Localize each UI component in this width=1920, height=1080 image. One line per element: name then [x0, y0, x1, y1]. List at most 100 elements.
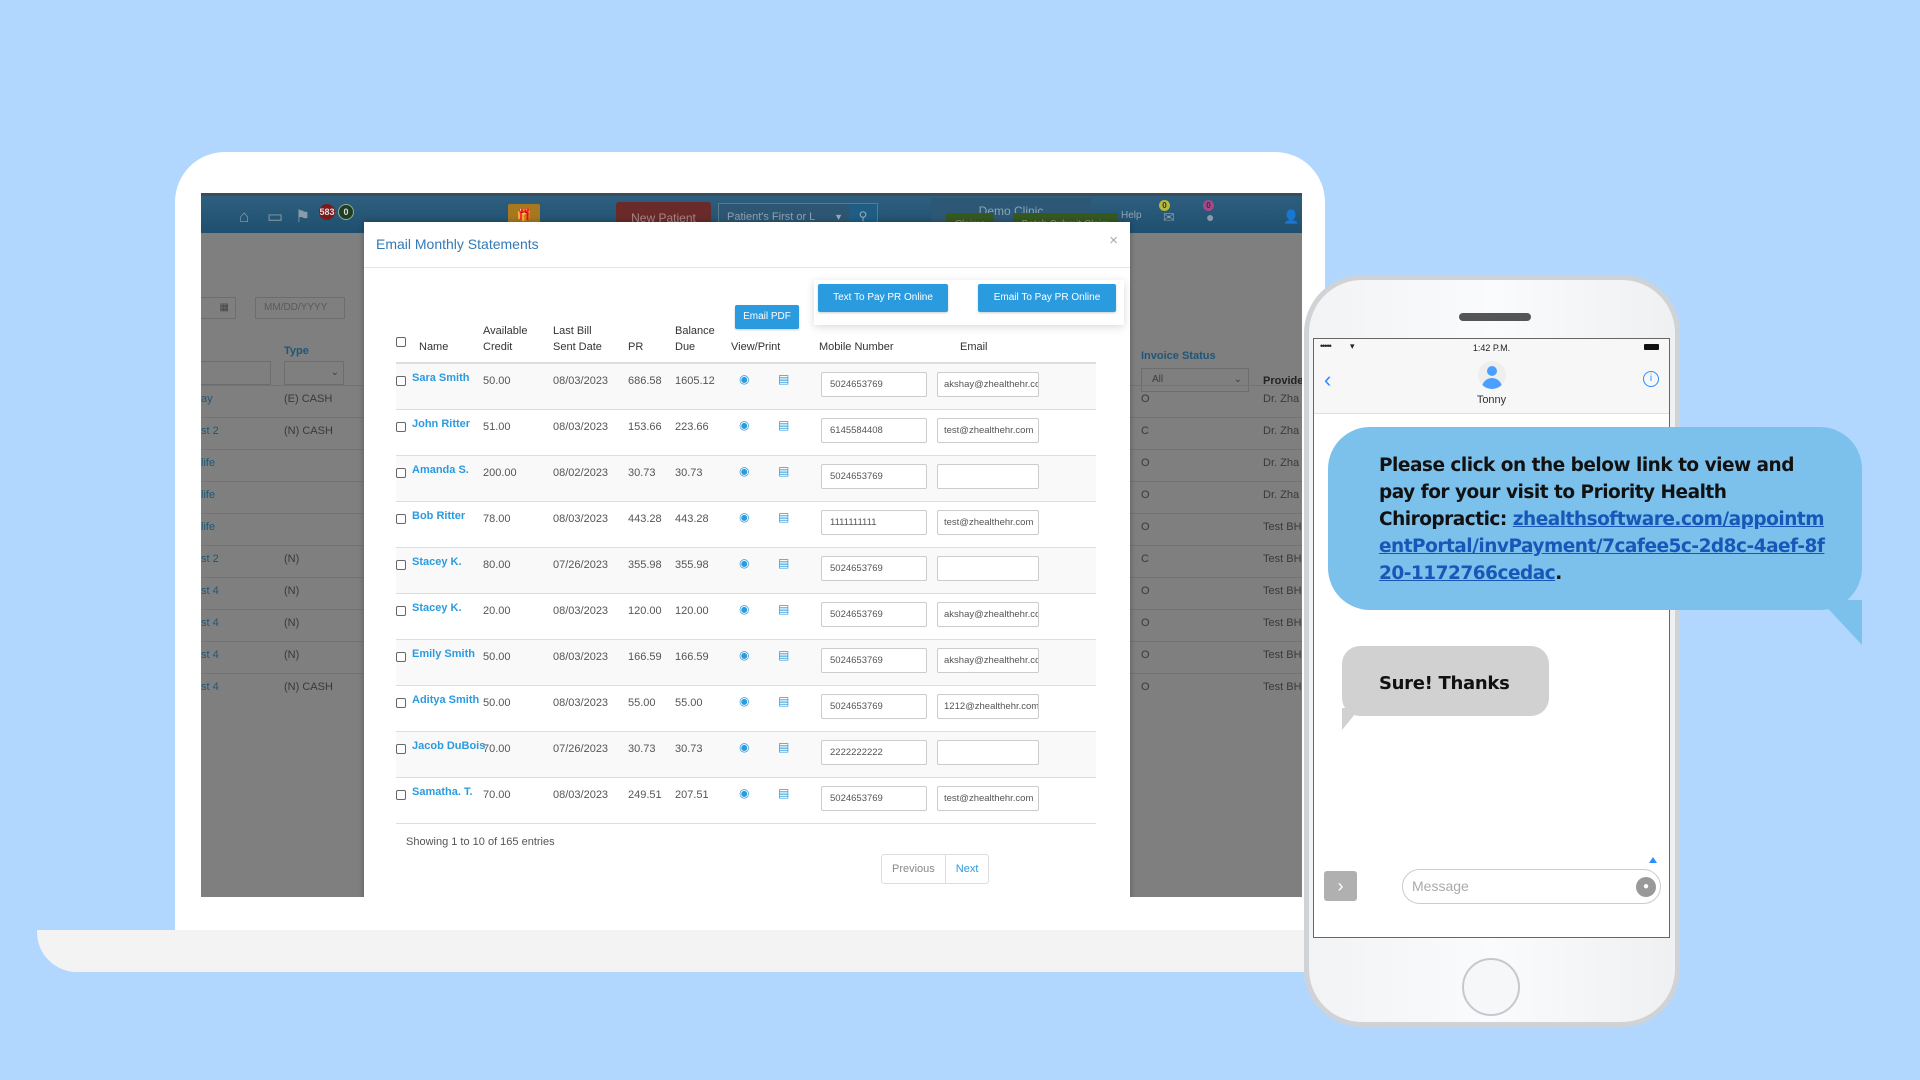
view-eye-icon[interactable]: ◉ [739, 648, 749, 662]
email-input[interactable]: test@zhealthehr.com [937, 510, 1039, 535]
row-checkbox[interactable] [396, 468, 406, 478]
cell-pr: 120.00 [628, 605, 662, 617]
email-input[interactable]: test@zhealthehr.com [937, 418, 1039, 443]
date-from-input[interactable]: ▦ [201, 297, 236, 319]
home-icon[interactable]: ⌂ [239, 207, 249, 227]
mobile-number-input[interactable]: 5024653769 [821, 372, 927, 397]
message-input[interactable]: Message ● [1402, 869, 1661, 904]
background-cell-col1[interactable]: st 4 [201, 585, 219, 597]
previous-page-button[interactable]: Previous [882, 855, 946, 883]
alerts-badge[interactable]: 583 [319, 204, 335, 220]
row-checkbox[interactable] [396, 606, 406, 616]
row-checkbox[interactable] [396, 652, 406, 662]
mobile-number-input[interactable]: 5024653769 [821, 694, 927, 719]
patient-name-link[interactable]: Sara Smith [412, 372, 469, 384]
email-input[interactable]: akshay@zhealthehr.com [937, 602, 1039, 627]
patient-name-link[interactable]: Amanda S. [412, 464, 469, 476]
view-eye-icon[interactable]: ◉ [739, 786, 749, 800]
background-cell-col1[interactable]: life [201, 489, 215, 501]
background-cell-col1[interactable]: ay [201, 393, 213, 405]
email-input[interactable] [937, 464, 1039, 489]
contact-name[interactable]: Tonny [1314, 394, 1669, 406]
view-eye-icon[interactable]: ◉ [739, 556, 749, 570]
patient-name-link[interactable]: John Ritter [412, 418, 470, 430]
mobile-number-input[interactable]: 5024653769 [821, 602, 927, 627]
calendar-icon[interactable]: ▦ [220, 298, 229, 318]
background-cell-col1[interactable]: life [201, 457, 215, 469]
mobile-number-input[interactable]: 6145584408 [821, 418, 927, 443]
mobile-number-input[interactable]: 5024653769 [821, 786, 927, 811]
view-eye-icon[interactable]: ◉ [739, 372, 749, 386]
row-checkbox[interactable] [396, 698, 406, 708]
print-icon[interactable]: ▤ [778, 602, 789, 616]
print-icon[interactable]: ▤ [778, 740, 789, 754]
next-page-button[interactable]: Next [946, 855, 989, 883]
email-input[interactable]: akshay@zhealthehr.com [937, 648, 1039, 673]
basket-icon[interactable]: ▭ [267, 207, 283, 227]
table-row: Emily Smith 50.00 08/03/2023 166.59 166.59 ◉ ▤… [396, 640, 1096, 686]
info-icon[interactable]: i [1643, 371, 1659, 387]
view-eye-icon[interactable]: ◉ [739, 694, 749, 708]
print-icon[interactable]: ▤ [778, 372, 789, 386]
date-to-input[interactable]: MM/DD/YYYY [255, 297, 345, 319]
close-icon[interactable]: × [1109, 232, 1118, 249]
apps-toggle-button[interactable]: › [1324, 871, 1357, 901]
select-all-checkbox[interactable] [396, 337, 406, 347]
background-cell-col1[interactable]: st 2 [201, 425, 219, 437]
patient-name-link[interactable]: Stacey K. [412, 602, 462, 614]
print-icon[interactable]: ▤ [778, 464, 789, 478]
mobile-number-input[interactable]: 5024653769 [821, 556, 927, 581]
print-icon[interactable]: ▤ [778, 556, 789, 570]
mobile-number-input[interactable]: 5024653769 [821, 464, 927, 489]
view-eye-icon[interactable]: ◉ [739, 740, 749, 754]
row-checkbox[interactable] [396, 376, 406, 386]
print-icon[interactable]: ▤ [778, 786, 789, 800]
chat-icon[interactable]: ● [1206, 209, 1214, 225]
print-icon[interactable]: ▤ [778, 648, 789, 662]
patient-name-link[interactable]: Emily Smith [412, 648, 475, 660]
envelope-icon[interactable]: ✉ [1163, 209, 1175, 226]
mobile-number-input[interactable]: 5024653769 [821, 648, 927, 673]
row-checkbox[interactable] [396, 422, 406, 432]
patient-name-link[interactable]: Aditya Smith [412, 694, 479, 706]
print-icon[interactable]: ▤ [778, 694, 789, 708]
home-button[interactable] [1462, 958, 1520, 1016]
background-cell-col1[interactable]: st 4 [201, 681, 219, 693]
view-eye-icon[interactable]: ◉ [739, 602, 749, 616]
contact-avatar[interactable] [1478, 361, 1506, 389]
filter-input[interactable] [201, 361, 271, 385]
email-input[interactable]: test@zhealthehr.com [937, 786, 1039, 811]
flag-icon[interactable]: ⚑ [295, 207, 310, 227]
email-input[interactable]: akshay@zhealthehr.com [937, 372, 1039, 397]
back-icon[interactable]: ‹ [1324, 367, 1331, 393]
view-eye-icon[interactable]: ◉ [739, 418, 749, 432]
row-checkbox[interactable] [396, 790, 406, 800]
view-eye-icon[interactable]: ◉ [739, 464, 749, 478]
row-checkbox[interactable] [396, 744, 406, 754]
background-cell-col1[interactable]: st 4 [201, 649, 219, 661]
microphone-icon[interactable]: ● [1636, 877, 1656, 897]
email-input[interactable] [937, 556, 1039, 581]
mobile-number-input[interactable]: 2222222222 [821, 740, 927, 765]
scroll-up-icon[interactable] [1649, 857, 1657, 863]
mobile-number-input[interactable]: 1111111111 [821, 510, 927, 535]
patient-name-link[interactable]: Samatha. T. [412, 786, 473, 798]
patient-name-link[interactable]: Jacob DuBois [412, 740, 485, 752]
tasks-badge[interactable]: 0 [338, 204, 354, 220]
background-cell-col1[interactable]: st 4 [201, 617, 219, 629]
patient-name-link[interactable]: Bob Ritter [412, 510, 465, 522]
row-checkbox[interactable] [396, 560, 406, 570]
type-select[interactable]: ⌄ [284, 361, 344, 385]
view-eye-icon[interactable]: ◉ [739, 510, 749, 524]
background-cell-col1[interactable]: st 2 [201, 553, 219, 565]
add-user-icon[interactable]: 👤 [1283, 209, 1299, 225]
email-input[interactable]: 1212@zhealthehr.com [937, 694, 1039, 719]
print-icon[interactable]: ▤ [778, 418, 789, 432]
invoice-status-select[interactable]: All ⌄ [1141, 368, 1249, 392]
background-cell-col1[interactable]: life [201, 521, 215, 533]
patient-name-link[interactable]: Stacey K. [412, 556, 462, 568]
print-icon[interactable]: ▤ [778, 510, 789, 524]
email-input[interactable] [937, 740, 1039, 765]
row-checkbox[interactable] [396, 514, 406, 524]
help-link[interactable]: Help [1121, 210, 1142, 221]
